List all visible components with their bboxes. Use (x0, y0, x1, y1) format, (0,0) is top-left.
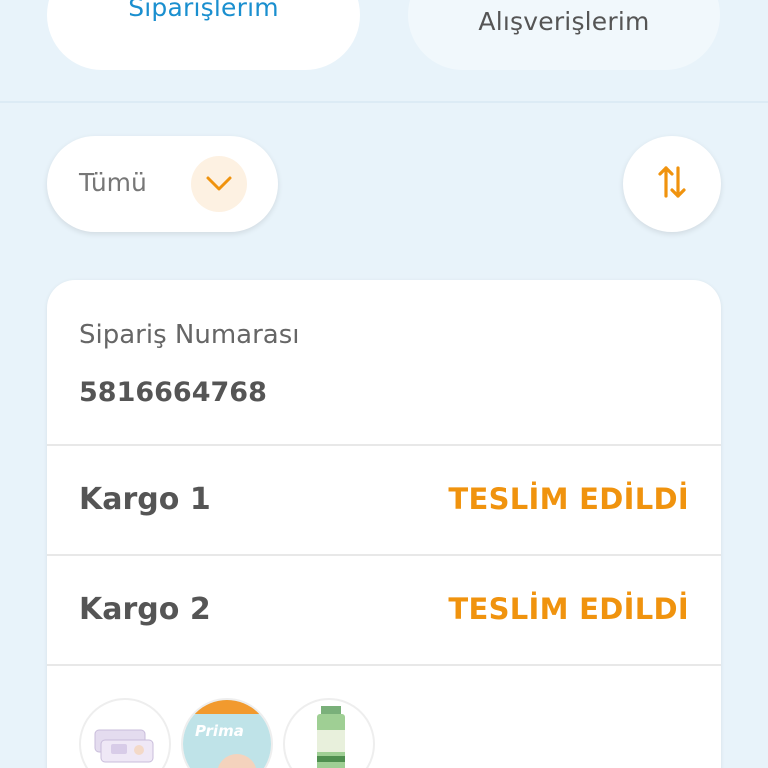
order-number-value: 5816664768 (79, 377, 267, 408)
cargo-row[interactable]: Kargo 2 TESLİM EDİLDİ (47, 556, 721, 664)
product-thumbnail-diapers[interactable]: Prima (181, 698, 273, 768)
cargo-name: Kargo 1 (79, 482, 211, 517)
tab-my-purchases[interactable]: Alışverişlerim (408, 0, 720, 70)
tab-my-orders-label: Siparişlerim (128, 0, 279, 22)
cargo-row[interactable]: Kargo 1 TESLİM EDİLDİ (47, 446, 721, 554)
orders-tab-bar: Siparişlerim Alışverişlerim (0, 0, 768, 103)
product-thumbnail-wipes[interactable] (79, 698, 171, 768)
filter-dropdown[interactable]: Tümü (47, 136, 278, 232)
tab-my-purchases-label: Alışverişlerim (478, 7, 650, 36)
cargo-status: TESLİM EDİLDİ (448, 592, 689, 626)
sort-button[interactable] (623, 136, 721, 232)
sort-arrows-icon (657, 165, 687, 203)
cargo-status: TESLİM EDİLDİ (448, 482, 689, 516)
filter-dropdown-label: Tümü (79, 168, 147, 197)
divider (47, 664, 721, 666)
chevron-down-icon (191, 156, 247, 212)
product-badge-text: Prima (195, 722, 244, 740)
cargo-name: Kargo 2 (79, 592, 211, 627)
order-card[interactable]: Sipariş Numarası 5816664768 Kargo 1 TESL… (47, 280, 721, 768)
tab-my-orders[interactable]: Siparişlerim (47, 0, 360, 70)
product-thumbnail-bottle[interactable] (283, 698, 375, 768)
order-number-label: Sipariş Numarası (79, 320, 300, 350)
